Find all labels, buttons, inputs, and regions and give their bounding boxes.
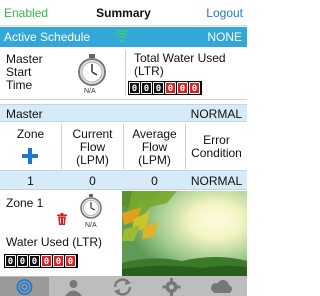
odometer-digit: 0 — [177, 82, 188, 94]
odometer-digit: 0 — [165, 82, 176, 94]
stopwatch-icon — [80, 194, 102, 219]
zone-cell: 1 — [27, 174, 34, 188]
odometer-digit: 0 — [129, 82, 140, 94]
master-status: NORMAL — [190, 107, 242, 121]
odometer-digit: 0 — [29, 255, 40, 267]
add-zone-button[interactable] — [21, 147, 39, 165]
odometer-digit: 0 — [65, 255, 76, 267]
odometer-digit: 0 — [41, 255, 52, 267]
total-water-odometer: 000000 — [128, 81, 202, 95]
divider — [125, 50, 126, 96]
active-schedule-label: Active Schedule — [4, 30, 91, 44]
tab-bar — [0, 276, 247, 296]
active-schedule-value: NONE — [207, 30, 242, 44]
odometer-digit: 0 — [189, 82, 200, 94]
master-summary: Master Start Time N/A Total Water Used (… — [0, 48, 247, 100]
top-bar: Enabled Summary Logout — [0, 0, 247, 26]
table-row[interactable]: 1 0 0 NORMAL — [0, 170, 247, 190]
average-flow-header: Average Flow (LPM) — [132, 127, 177, 167]
sync-tab[interactable] — [98, 277, 147, 296]
master-start-value: N/A — [84, 88, 96, 95]
error-condition-header: Error Condition — [191, 133, 242, 160]
current-flow-header: Current Flow (LPM) — [72, 127, 113, 167]
logout-button[interactable]: Logout — [206, 6, 243, 20]
trash-icon[interactable] — [56, 213, 68, 225]
odometer-digit: 0 — [153, 82, 164, 94]
odometer-digit: 0 — [141, 82, 152, 94]
zone-title: Zone 1 — [6, 196, 44, 210]
odometer-digit: 0 — [17, 255, 28, 267]
water-used-label: Water Used (LTR) — [6, 235, 103, 249]
users-tab[interactable] — [49, 277, 98, 296]
zone-water-odometer: 000000 — [4, 254, 78, 268]
error-condition-cell: NORMAL — [190, 174, 243, 188]
master-status-row[interactable]: Master NORMAL — [0, 104, 247, 122]
zone-detail: Zone 1 N/A Water Used (LTR) 000000 — [0, 191, 122, 276]
current-flow-cell: 0 — [89, 174, 96, 188]
stopwatch-icon — [78, 54, 106, 86]
active-schedule-bar[interactable]: Active Schedule NONE — [0, 27, 247, 47]
master-name: Master — [6, 107, 43, 121]
odometer-digit: 0 — [5, 255, 16, 267]
zone-photo — [122, 191, 247, 276]
zone-start-value: N/A — [85, 222, 97, 229]
settings-tab[interactable] — [147, 277, 196, 296]
average-flow-cell: 0 — [151, 174, 158, 188]
odometer-digit: 0 — [53, 255, 64, 267]
summary-tab[interactable] — [0, 277, 49, 296]
wifi-icon — [114, 30, 130, 43]
weather-tab[interactable] — [196, 277, 245, 296]
master-start-time-label: Master Start Time — [6, 52, 43, 92]
total-water-used-label: Total Water Used (LTR) — [134, 51, 226, 78]
